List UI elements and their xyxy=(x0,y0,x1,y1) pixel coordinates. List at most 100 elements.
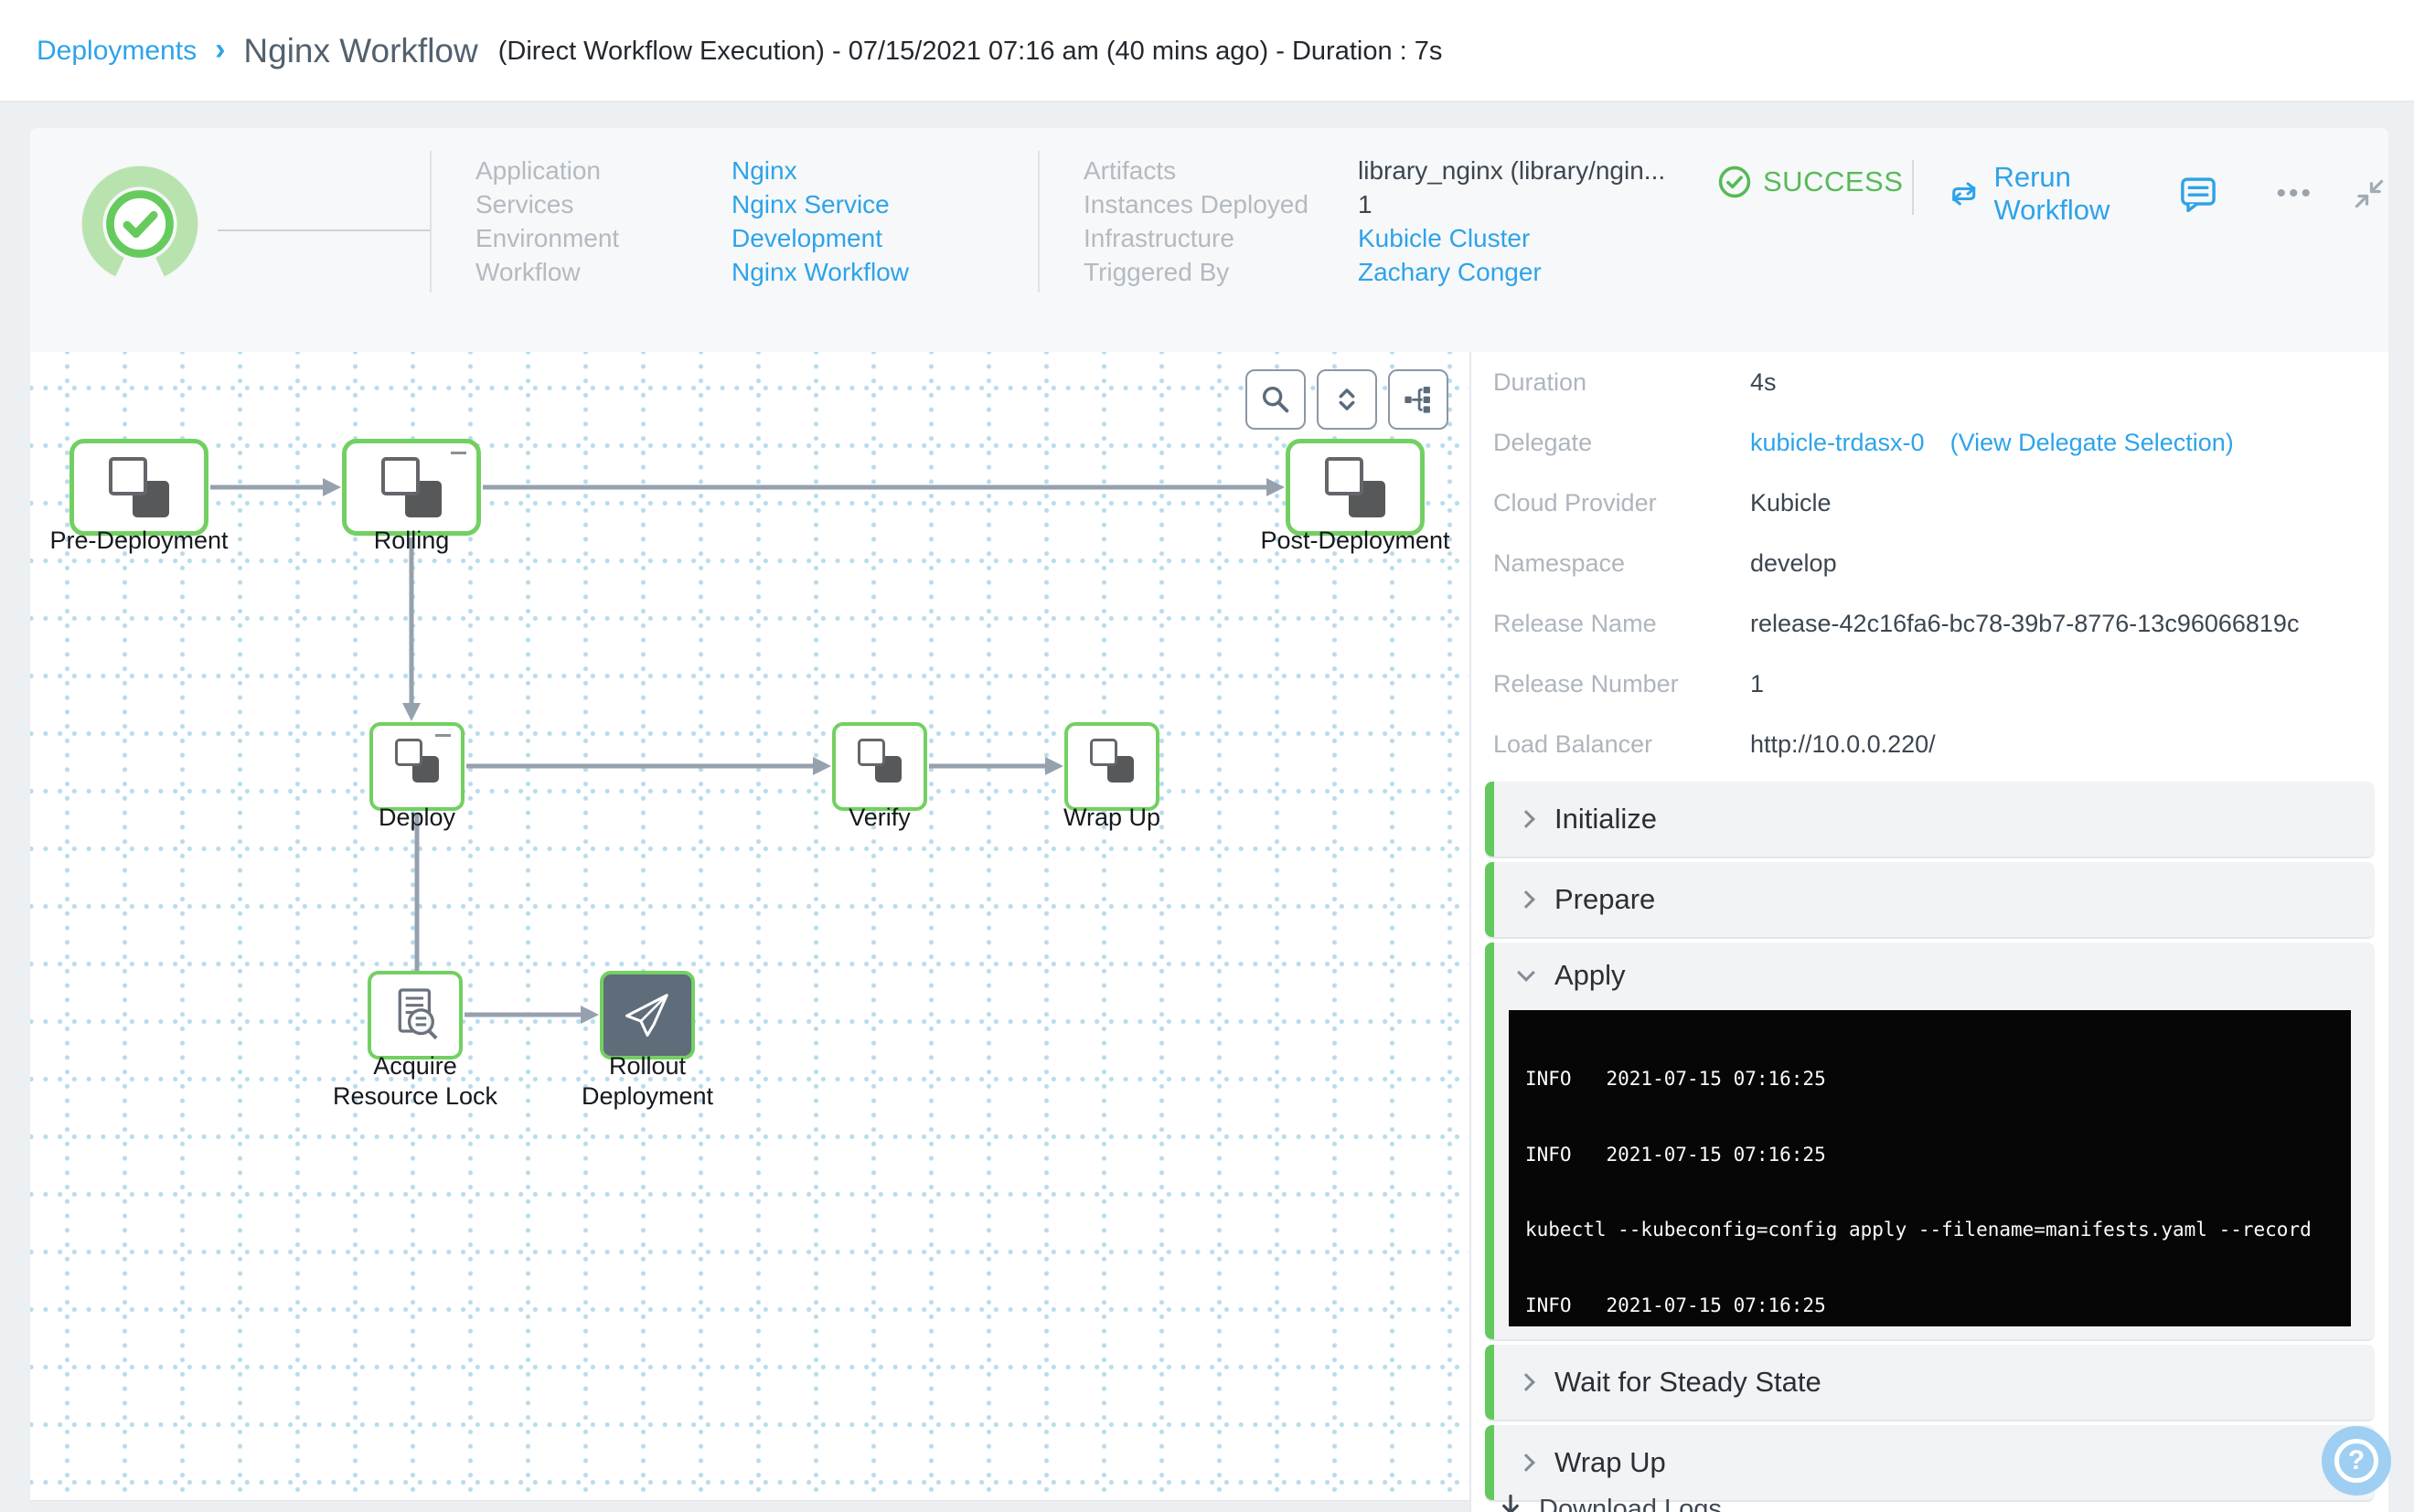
help-button[interactable]: ? xyxy=(2322,1426,2391,1496)
top-bar: Deployments › Nginx Workflow (Direct Wor… xyxy=(0,0,2414,102)
canvas-horizontal-scrollbar[interactable] xyxy=(30,1500,1469,1512)
download-icon xyxy=(1502,1494,1519,1512)
load-balancer-link[interactable]: http://10.0.0.220/ xyxy=(1750,730,2371,759)
execution-header: Application Nginx Services Nginx Service… xyxy=(30,128,2388,352)
node-label: Wrap Up xyxy=(1063,804,1161,831)
workflow-link[interactable]: Nginx Workflow xyxy=(732,258,909,287)
header-actions: Rerun Workflow ••• xyxy=(1947,161,2388,227)
rerun-workflow-label: Rerun Workflow xyxy=(1993,161,2110,226)
deployment-meta-left: Application Nginx Services Nginx Service… xyxy=(475,154,909,289)
log-line: kubectl --kubeconfig=config apply --file… xyxy=(1525,1219,2312,1240)
step-initialize-header[interactable]: Initialize xyxy=(1485,782,2375,857)
instances-deployed-value: 1 xyxy=(1358,189,1373,218)
detail-row-release-number: Release Number 1 xyxy=(1493,669,1765,697)
meta-label: Application xyxy=(475,155,601,185)
chevron-right-icon xyxy=(1517,1373,1535,1391)
comment-icon xyxy=(2181,177,2216,213)
header-divider xyxy=(1038,151,1040,293)
node-deploy[interactable] xyxy=(369,722,465,811)
execution-subtitle: (Direct Workflow Execution) - 07/15/2021… xyxy=(497,36,1443,66)
step-apply: Apply INFO 2021-07-15 07:16:25 INFO 2021… xyxy=(1485,942,2375,1341)
step-wrap-up-header[interactable]: Wrap Up xyxy=(1485,1425,2375,1500)
detail-row-load-balancer: Load Balancer http://10.0.0.220/ xyxy=(1493,714,2371,774)
node-label: Acquire Resource Lock xyxy=(332,1052,498,1110)
artifacts-value: library_nginx (library/ngin... xyxy=(1358,155,1666,185)
node-rolling[interactable] xyxy=(342,439,481,536)
delegate-link[interactable]: kubicle-trdasx-0 xyxy=(1750,429,1925,456)
meta-label: Services xyxy=(475,189,574,218)
detail-rows: Duration 4s Delegate kubicle-trdasx-0 (Vi… xyxy=(1493,352,2371,774)
phase-squares-icon xyxy=(1090,739,1134,783)
header-divider xyxy=(1912,160,1914,215)
graph-layout-button[interactable] xyxy=(1388,369,1448,430)
phase-squares-icon xyxy=(1325,457,1385,517)
meta-label: Workflow xyxy=(475,257,581,286)
chevron-right-icon xyxy=(1517,890,1535,909)
header-connector-line xyxy=(218,229,430,231)
apply-log-console: INFO 2021-07-15 07:16:25 INFO 2021-07-15… xyxy=(1509,1010,2351,1326)
chevron-right-icon xyxy=(1517,810,1535,828)
breadcrumb-deployments-link[interactable]: Deployments xyxy=(37,36,197,67)
node-wrap-up[interactable] xyxy=(1064,722,1159,811)
step-initialize: Initialize xyxy=(1485,782,2375,858)
step-wrap-up: Wrap Up xyxy=(1485,1425,2375,1502)
environment-link[interactable]: Development xyxy=(732,224,909,253)
node-post-deployment[interactable] xyxy=(1286,439,1425,536)
status-text: SUCCESS xyxy=(1763,165,1904,197)
collapse-panel-button[interactable] xyxy=(2350,175,2388,213)
deployment-meta-right: Artifacts library_nginx (library/ngin...… xyxy=(1084,154,1665,289)
chevron-down-icon xyxy=(1517,964,1535,982)
more-options-button[interactable]: ••• xyxy=(2276,178,2313,209)
node-label: Rollout Deployment xyxy=(581,1052,714,1110)
step-status-bar xyxy=(1485,782,1494,857)
collapse-node-handle[interactable] xyxy=(451,452,466,454)
page-title: Nginx Workflow xyxy=(243,32,478,69)
node-rollout-deployment[interactable] xyxy=(600,971,695,1059)
services-link[interactable]: Nginx Service xyxy=(732,190,909,219)
node-verify[interactable] xyxy=(832,722,927,811)
node-label: Rolling xyxy=(373,527,450,554)
log-line: INFO 2021-07-15 07:16:25 xyxy=(1525,1294,1826,1316)
step-status-bar xyxy=(1485,1345,1494,1420)
detail-row-duration: Duration 4s xyxy=(1493,367,1777,396)
collapse-node-handle[interactable] xyxy=(435,734,451,737)
rerun-icon xyxy=(1952,182,1976,206)
node-acquire-resource-lock[interactable] xyxy=(368,971,463,1059)
header-divider xyxy=(430,151,432,293)
view-delegate-selection-link[interactable]: (View Delegate Selection) xyxy=(1950,429,2234,456)
chevrons-up-down-icon xyxy=(1339,389,1355,410)
meta-label: Artifacts xyxy=(1084,155,1177,185)
triggered-by-link[interactable]: Zachary Conger xyxy=(1358,258,1665,287)
step-status-bar xyxy=(1485,862,1494,937)
status-badge: SUCCESS xyxy=(1717,165,1903,199)
detail-row-release-name: Release Name release-42c16fa6-bc78-39b7-… xyxy=(1493,609,2300,637)
breadcrumb: Deployments › Nginx Workflow (Direct Wor… xyxy=(37,0,1442,102)
application-link[interactable]: Nginx xyxy=(732,156,909,186)
download-logs-button[interactable]: Download Logs xyxy=(1497,1494,1722,1512)
phase-squares-icon xyxy=(381,457,442,517)
document-search-icon xyxy=(398,988,438,1040)
phase-squares-icon xyxy=(858,739,902,783)
node-label: Post-Deployment xyxy=(1260,527,1450,554)
step-prepare-header[interactable]: Prepare xyxy=(1485,862,2375,937)
graph-zoom-search-button[interactable] xyxy=(1245,369,1306,430)
node-label: Deploy xyxy=(378,804,456,831)
graph-expand-collapse-button[interactable] xyxy=(1317,369,1377,430)
step-apply-header[interactable]: Apply xyxy=(1485,942,2375,1008)
step-wait-header[interactable]: Wait for Steady State xyxy=(1485,1345,2375,1420)
execution-card: Application Nginx Services Nginx Service… xyxy=(30,128,2388,1512)
meta-label: Instances Deployed xyxy=(1084,189,1308,218)
meta-label: Triggered By xyxy=(1084,257,1230,286)
rerun-workflow-button[interactable]: Rerun Workflow xyxy=(1947,161,2157,227)
tree-layout-icon xyxy=(1405,386,1430,413)
infrastructure-link[interactable]: Kubicle Cluster xyxy=(1358,224,1665,253)
phase-squares-icon xyxy=(395,739,439,783)
node-pre-deployment[interactable] xyxy=(69,439,208,536)
detail-row-delegate: Delegate kubicle-trdasx-0 (View Delegate … xyxy=(1493,428,2234,456)
workflow-graph-canvas: Pre-Deployment Rolling Post-Deployment D… xyxy=(30,352,1469,1512)
log-line: INFO 2021-07-15 07:16:25 xyxy=(1525,1068,1826,1090)
meta-label: Infrastructure xyxy=(1084,223,1234,252)
comment-button[interactable] xyxy=(2177,174,2219,214)
node-label: Pre-Deployment xyxy=(49,527,229,554)
question-mark-icon: ? xyxy=(2334,1439,2378,1483)
